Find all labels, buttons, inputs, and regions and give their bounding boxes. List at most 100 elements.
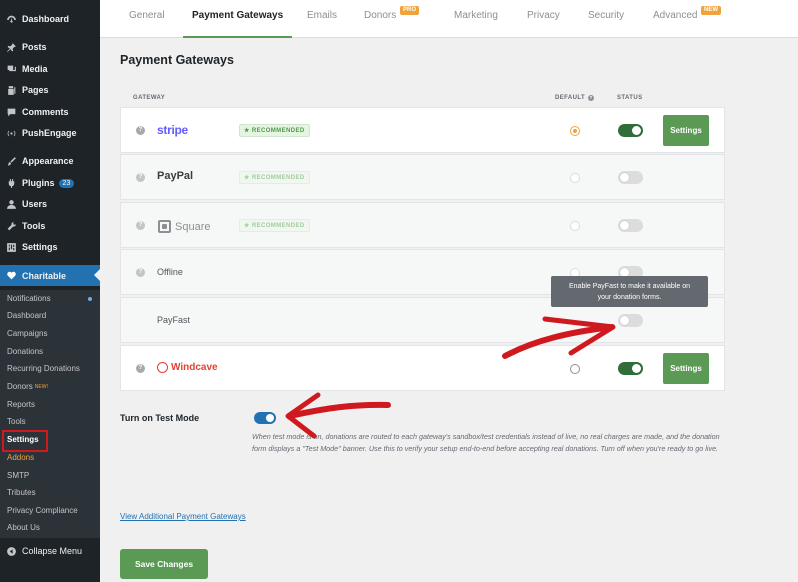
tab-marketing[interactable]: Marketing: [454, 0, 498, 38]
square-logo: Square: [158, 220, 210, 233]
settings-icon: [6, 242, 17, 253]
default-radio-square[interactable]: [570, 221, 580, 231]
status-toggle-paypal[interactable]: [618, 171, 643, 184]
view-additional-gateways-link[interactable]: View Additional Payment Gateways: [120, 512, 246, 521]
recommended-badge: ★ RECOMMENDED: [239, 219, 310, 232]
tab-donors[interactable]: Donors PRO: [364, 0, 420, 38]
submenu-donors[interactable]: Donors NEW!: [7, 380, 48, 394]
gateway-row-windcave: ? Windcave Settings: [120, 345, 725, 391]
collapse-menu-button[interactable]: Collapse Menu: [0, 541, 100, 561]
menu-posts[interactable]: Posts: [0, 37, 100, 57]
heart-icon: [6, 270, 17, 281]
collapse-icon: [6, 546, 17, 557]
tab-advanced[interactable]: Advanced NEW: [653, 0, 721, 38]
menu-plugins[interactable]: Plugins 23: [0, 173, 100, 193]
help-icon[interactable]: ?: [136, 268, 145, 277]
recommended-badge: ★ RECOMMENDED: [239, 171, 310, 184]
submenu-donations[interactable]: Donations: [7, 345, 43, 359]
menu-dashboard[interactable]: Dashboard: [0, 9, 100, 29]
gateway-row-stripe: ? stripe ★ RECOMMENDED Settings: [120, 107, 725, 153]
tooltip-line: Enable PayFast to make it available on: [568, 283, 690, 290]
settings-highlight-box: [2, 430, 48, 452]
recommended-badge: ★ RECOMMENDED: [239, 124, 310, 137]
menu-label: PushEngage: [22, 128, 77, 138]
windcave-icon: [157, 362, 168, 373]
arrow-to-test-mode: [287, 401, 391, 419]
wrench-icon: [6, 221, 17, 232]
status-toggle-windcave[interactable]: [618, 362, 643, 375]
submenu-smtp[interactable]: SMTP: [7, 469, 29, 483]
save-changes-button[interactable]: Save Changes: [120, 549, 208, 579]
submenu-privacy-compliance[interactable]: Privacy Compliance: [7, 504, 78, 518]
pin-icon: [6, 42, 17, 53]
user-icon: [6, 199, 17, 210]
square-icon: [158, 220, 171, 233]
tab-payment-gateways[interactable]: Payment Gateways: [183, 0, 293, 38]
menu-tools[interactable]: Tools: [0, 216, 100, 236]
tab-donors-label: Donors: [364, 10, 397, 21]
menu-users[interactable]: Users: [0, 194, 100, 214]
tab-general[interactable]: General: [129, 0, 165, 38]
help-icon[interactable]: ?: [136, 126, 145, 135]
menu-pushengage[interactable]: PushEngage: [0, 123, 100, 143]
tab-privacy[interactable]: Privacy: [527, 0, 560, 38]
column-default: DEFAULT ?: [555, 95, 595, 101]
menu-charitable[interactable]: Charitable: [0, 265, 100, 286]
submenu-campaigns[interactable]: Campaigns: [7, 327, 47, 341]
windcave-label: Windcave: [171, 362, 218, 373]
column-gateway: GATEWAY: [133, 95, 166, 101]
menu-label: Posts: [22, 42, 47, 52]
windcave-logo: Windcave: [157, 362, 218, 373]
submenu-reports[interactable]: Reports: [7, 398, 35, 412]
default-radio-stripe[interactable]: [570, 126, 580, 136]
submenu-recurring-donations[interactable]: Recurring Donations: [7, 362, 80, 376]
media-icon: [6, 64, 17, 75]
payfast-label: PayFast: [157, 315, 191, 325]
help-icon[interactable]: ?: [136, 221, 145, 230]
test-mode-toggle[interactable]: [254, 412, 276, 424]
stripe-settings-button[interactable]: Settings: [663, 115, 709, 146]
column-default-label: DEFAULT: [555, 95, 586, 101]
menu-settings[interactable]: Settings: [0, 237, 100, 257]
submenu-notifications[interactable]: Notifications: [7, 292, 51, 306]
status-toggle-square[interactable]: [618, 219, 643, 232]
menu-pages[interactable]: Pages: [0, 80, 100, 100]
submenu-addons[interactable]: Addons: [7, 451, 34, 465]
help-icon: ?: [588, 95, 595, 101]
menu-media[interactable]: Media: [0, 59, 100, 79]
menu-appearance[interactable]: Appearance: [0, 151, 100, 171]
tab-emails[interactable]: Emails: [307, 0, 337, 38]
broadcast-icon: [6, 128, 17, 139]
submenu-about-us[interactable]: About Us: [7, 521, 40, 535]
menu-label: Charitable: [22, 270, 67, 281]
tab-security[interactable]: Security: [588, 0, 624, 38]
submenu-dashboard[interactable]: Dashboard: [7, 309, 46, 323]
status-toggle-stripe[interactable]: [618, 124, 643, 137]
new-label: NEW!: [34, 384, 48, 390]
default-radio-paypal[interactable]: [570, 173, 580, 183]
arrow-head-test-mode: [285, 392, 321, 439]
menu-label: Pages: [22, 85, 49, 95]
stripe-logo: stripe: [157, 123, 188, 137]
submenu-tributes[interactable]: Tributes: [7, 486, 36, 500]
tooltip-line: your donation forms.: [597, 294, 662, 301]
submenu-donors-label: Donors: [7, 382, 33, 391]
gateway-row-square: ? Square ★ RECOMMENDED: [120, 202, 725, 248]
comments-icon: [6, 107, 17, 118]
status-toggle-payfast[interactable]: [618, 314, 643, 327]
menu-label: Tools: [22, 221, 46, 231]
dashboard-icon: [6, 14, 17, 25]
gateway-row-paypal: ? PayPal ★ RECOMMENDED: [120, 154, 725, 200]
help-icon[interactable]: ?: [136, 173, 145, 182]
default-radio-windcave[interactable]: [570, 364, 580, 374]
help-icon[interactable]: ?: [136, 364, 145, 373]
square-label: Square: [175, 220, 211, 233]
windcave-settings-button[interactable]: Settings: [663, 353, 709, 384]
offline-label: Offline: [157, 267, 183, 277]
menu-label: Settings: [22, 242, 58, 252]
menu-comments[interactable]: Comments: [0, 102, 100, 122]
submenu-tools[interactable]: Tools: [7, 415, 26, 429]
collapse-menu-label: Collapse Menu: [22, 546, 83, 556]
brush-icon: [6, 156, 17, 167]
menu-label: Dashboard: [22, 14, 70, 24]
